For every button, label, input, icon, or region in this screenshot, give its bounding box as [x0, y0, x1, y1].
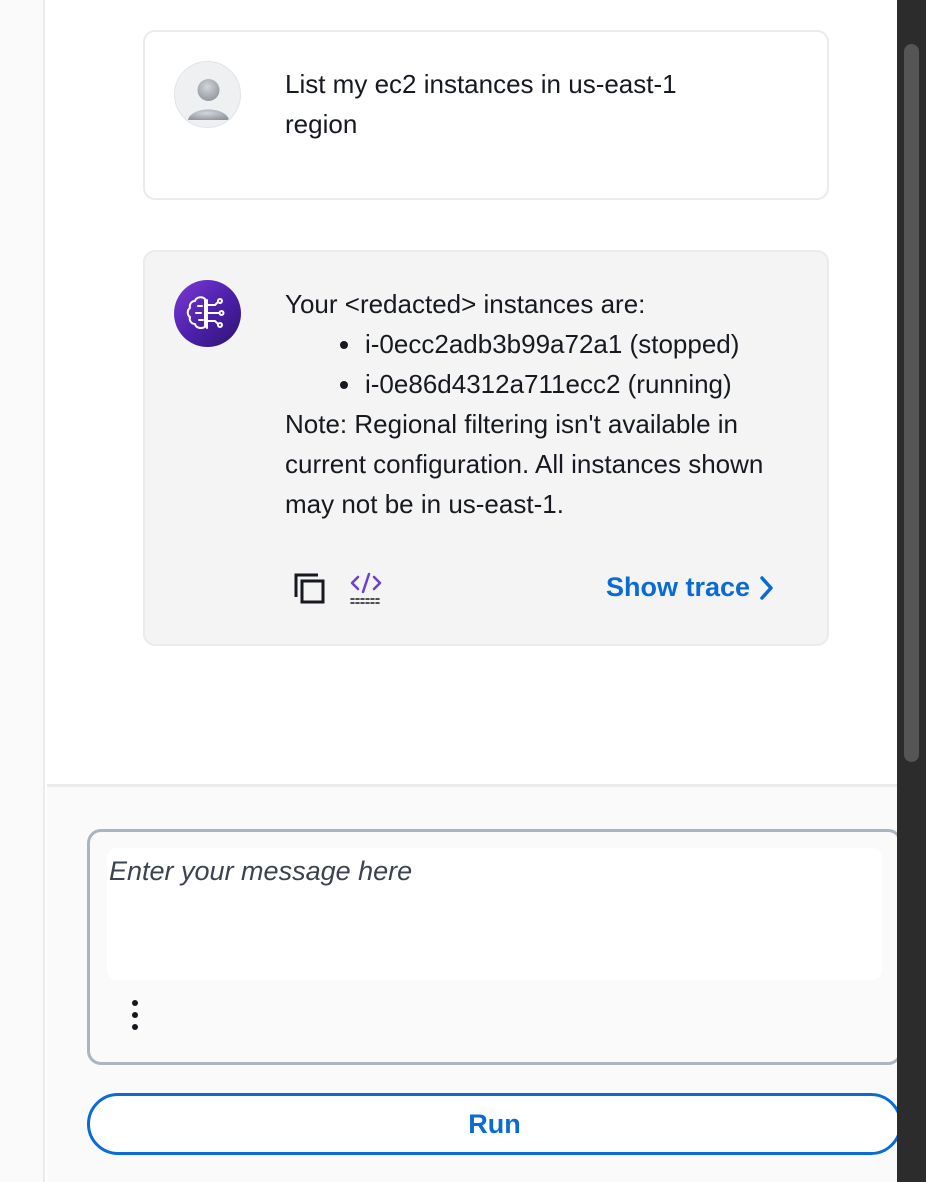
- message-composer: [87, 829, 902, 1065]
- user-message: List my ec2 instances in us-east-1 regio…: [143, 30, 829, 200]
- chat-history: List my ec2 instances in us-east-1 regio…: [47, 0, 897, 784]
- copy-icon[interactable]: [293, 572, 327, 606]
- list-item: i-0ecc2adb3b99a72a1 (stopped): [337, 324, 805, 364]
- list-item: i-0e86d4312a711ecc2 (running): [337, 364, 805, 404]
- run-button[interactable]: Run: [87, 1093, 902, 1155]
- left-gutter: [0, 0, 45, 1182]
- show-trace-link[interactable]: Show trace: [606, 572, 774, 603]
- assistant-message-text: Your <redacted> instances are: i-0ecc2ad…: [285, 284, 805, 524]
- composer-area: Run: [47, 787, 902, 1182]
- instance-list: i-0ecc2adb3b99a72a1 (stopped) i-0e86d431…: [337, 324, 805, 404]
- more-vertical-icon[interactable]: [125, 998, 145, 1032]
- assistant-note: Note: Regional filtering isn't available…: [285, 409, 764, 519]
- scrollbar[interactable]: [897, 0, 926, 1182]
- user-avatar-icon: [174, 61, 241, 128]
- ai-brain-icon: [174, 280, 241, 347]
- show-trace-label: Show trace: [606, 572, 751, 602]
- assistant-intro: Your <redacted> instances are:: [285, 289, 646, 319]
- message-actions: Show trace: [293, 570, 793, 610]
- user-message-text: List my ec2 instances in us-east-1 regio…: [285, 69, 677, 139]
- code-icon[interactable]: [349, 570, 383, 604]
- message-input[interactable]: [107, 848, 882, 980]
- scrollbar-thumb[interactable]: [904, 44, 919, 762]
- assistant-message: Your <redacted> instances are: i-0ecc2ad…: [143, 250, 829, 646]
- chevron-right-icon: [760, 575, 773, 600]
